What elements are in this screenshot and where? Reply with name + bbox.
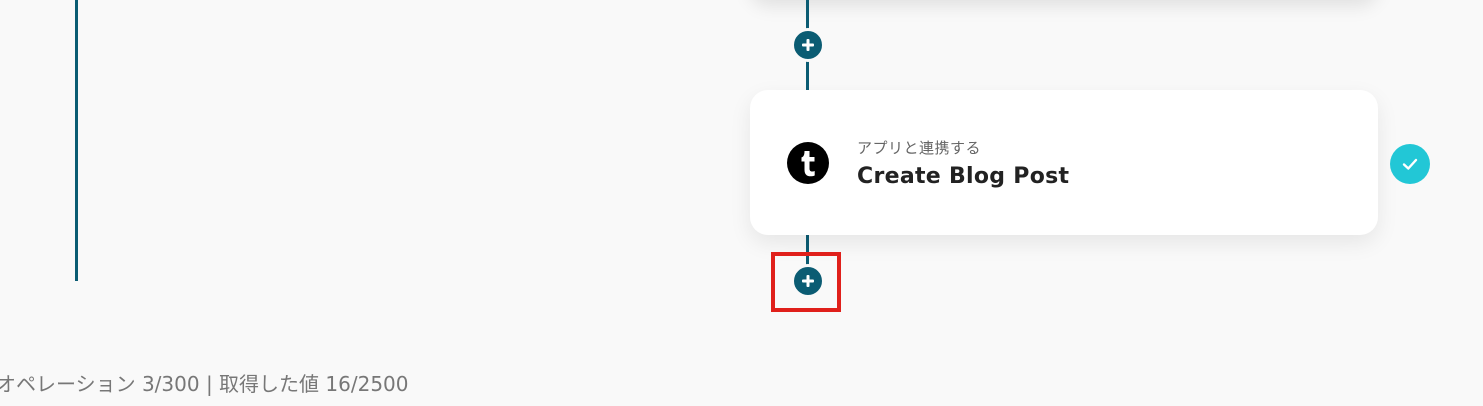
step-card-create-blog-post[interactable]: アプリと連携する Create Blog Post [750, 90, 1378, 235]
left-rail-line [75, 0, 78, 281]
step-title: Create Blog Post [857, 164, 1070, 189]
add-step-button[interactable] [791, 28, 825, 62]
highlight-box [771, 252, 841, 312]
step-category-label: アプリと連携する [857, 139, 982, 157]
operation-count-status: オペレーション 3/300 | 取得した値 16/2500 [0, 372, 409, 396]
step-completed-badge [1390, 144, 1430, 184]
check-icon [1402, 158, 1418, 170]
plus-icon [802, 39, 814, 51]
tumblr-icon [787, 142, 829, 184]
